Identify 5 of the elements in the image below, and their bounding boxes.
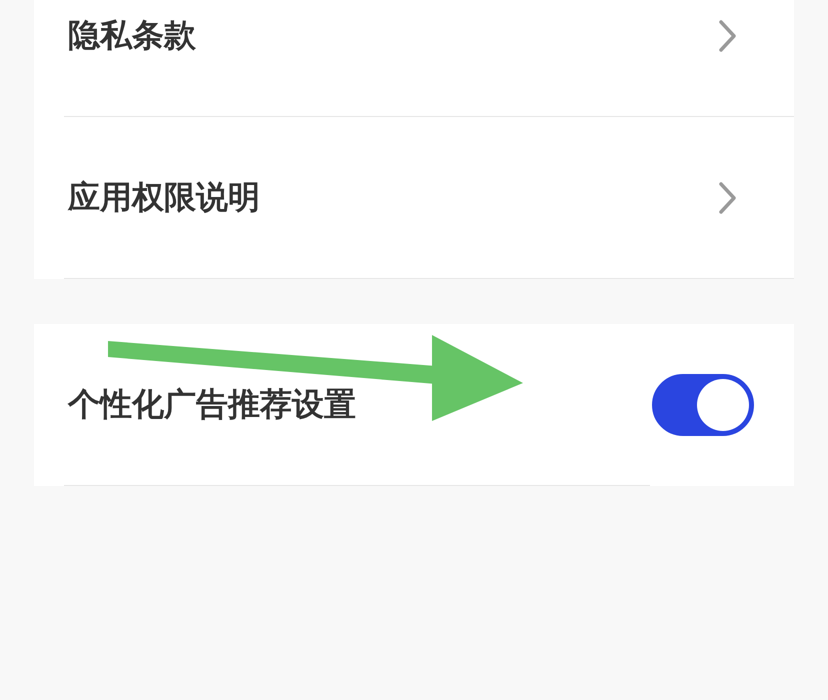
setting-label: 个性化广告推荐设置 [68,384,356,425]
setting-label[interactable]: 应用权限说明 [68,176,260,220]
chevron-icon[interactable] [718,19,738,53]
setting-label[interactable]: 隐私条款 [68,14,196,58]
chevron-icon[interactable] [718,181,738,215]
